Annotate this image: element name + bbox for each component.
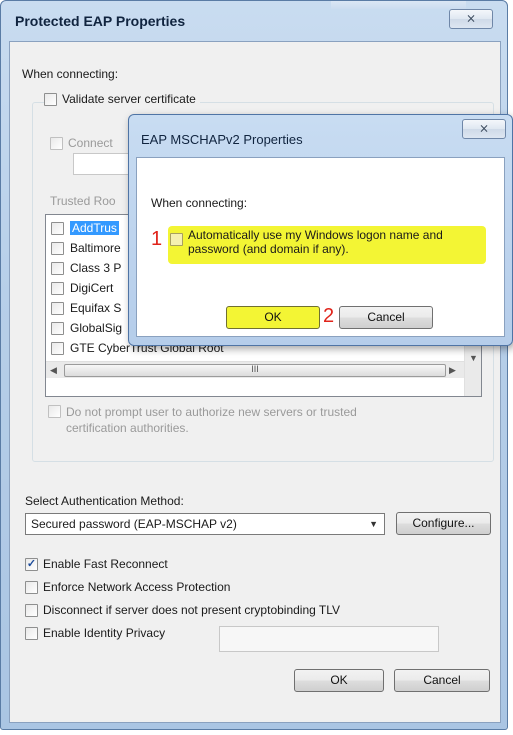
list-item[interactable]: GlobalSig <box>51 319 122 337</box>
nap-checkbox[interactable] <box>25 581 38 594</box>
identity-privacy-label: Enable Identity Privacy <box>43 626 166 640</box>
auth-method-label: Select Authentication Method: <box>25 494 184 508</box>
fast-reconnect-checkbox[interactable]: ✓ <box>25 558 38 571</box>
cert-checkbox[interactable] <box>51 261 64 275</box>
cert-checkbox[interactable] <box>51 321 64 335</box>
no-prompt-checkbox[interactable] <box>48 405 61 418</box>
scroll-right-icon[interactable]: ▶ <box>449 365 456 376</box>
cert-checkbox[interactable] <box>51 341 64 355</box>
cert-checkbox[interactable] <box>51 241 64 255</box>
cancel-button[interactable]: Cancel <box>394 669 490 692</box>
no-prompt-row[interactable]: Do not prompt user to authorize new serv… <box>48 404 357 436</box>
no-prompt-line2: certification authorities. <box>66 421 189 435</box>
list-item[interactable]: Class 3 P <box>51 259 121 277</box>
list-item[interactable]: AddTrus <box>51 219 119 237</box>
cert-label: GlobalSig <box>70 321 123 335</box>
ok-button[interactable]: OK <box>294 669 384 692</box>
title-bar-glow <box>331 1 466 9</box>
fast-reconnect-label: Enable Fast Reconnect <box>43 557 168 571</box>
cert-checkbox[interactable] <box>51 281 64 295</box>
scroll-down-icon[interactable]: ▼ <box>469 353 478 363</box>
mschapv2-title: EAP MSCHAPv2 Properties <box>141 132 303 147</box>
mschapv2-when-connecting: When connecting: <box>151 196 248 210</box>
validate-cert-checkbox[interactable] <box>44 93 57 106</box>
cert-label: Class 3 P <box>70 261 122 275</box>
cryptobinding-label: Disconnect if server does not present cr… <box>43 603 341 617</box>
connect-to-label: Connect <box>68 136 113 150</box>
mschapv2-client: When connecting: 1 Automatically use my … <box>136 157 505 337</box>
nap-label: Enforce Network Access Protection <box>43 580 231 594</box>
auth-method-value: Secured password (EAP-MSCHAP v2) <box>31 517 237 531</box>
when-connecting-label: When connecting: <box>22 67 119 81</box>
window-close-button[interactable]: ⨯ <box>449 9 493 29</box>
auto-logon-line2: password (and domain if any). <box>188 242 349 256</box>
no-prompt-label: Do not prompt user to authorize new serv… <box>66 404 357 436</box>
no-prompt-line1: Do not prompt user to authorize new serv… <box>66 405 357 419</box>
annotation-marker-1: 1 <box>151 228 163 250</box>
configure-button[interactable]: Configure... <box>396 512 491 535</box>
cert-label: AddTrus <box>70 221 119 235</box>
scroll-left-icon[interactable]: ◀ <box>50 365 57 376</box>
fast-reconnect-row[interactable]: ✓ Enable Fast Reconnect <box>25 558 168 571</box>
servers-input[interactable] <box>73 153 133 175</box>
connect-to-row[interactable]: Connect <box>50 137 113 150</box>
trusted-roots-label: Trusted Roo <box>50 194 116 208</box>
list-item[interactable]: DigiCert <box>51 279 113 297</box>
scroll-grip-icon: III <box>251 364 259 374</box>
window-title: Protected EAP Properties <box>15 13 186 29</box>
auto-logon-label: Automatically use my Windows logon name … <box>188 228 443 256</box>
identity-privacy-checkbox[interactable] <box>25 627 38 640</box>
mschapv2-cancel-button[interactable]: Cancel <box>339 306 433 329</box>
list-horizontal-scrollbar[interactable]: ◀ III ▶ <box>46 361 464 378</box>
auth-method-select[interactable]: Secured password (EAP-MSCHAP v2) ▼ <box>25 513 385 535</box>
auto-logon-checkbox-wrap[interactable] <box>170 232 183 247</box>
list-item[interactable]: Equifax S <box>51 299 121 317</box>
cryptobinding-row[interactable]: Disconnect if server does not present cr… <box>25 604 340 617</box>
identity-privacy-row[interactable]: Enable Identity Privacy <box>25 627 165 640</box>
cert-label: DigiCert <box>70 281 114 295</box>
mschapv2-dialog: EAP MSCHAPv2 Properties ⨯ When connectin… <box>128 114 513 346</box>
protected-eap-window: Protected EAP Properties ⨯ When connecti… <box>0 0 508 730</box>
close-icon: ⨯ <box>478 121 490 135</box>
list-item[interactable]: Baltimore <box>51 239 121 257</box>
cryptobinding-checkbox[interactable] <box>25 604 38 617</box>
nap-row[interactable]: Enforce Network Access Protection <box>25 581 230 594</box>
auto-logon-checkbox[interactable] <box>170 233 183 247</box>
close-icon: ⨯ <box>465 11 477 25</box>
auto-logon-line1: Automatically use my Windows logon name … <box>188 228 443 242</box>
validate-cert-row[interactable]: Validate server certificate <box>44 93 200 106</box>
cert-label: Baltimore <box>70 241 121 255</box>
chevron-down-icon: ▼ <box>369 519 378 529</box>
cert-checkbox[interactable] <box>51 301 64 315</box>
mschapv2-close-button[interactable]: ⨯ <box>462 119 506 139</box>
identity-input[interactable] <box>219 626 439 652</box>
validate-cert-label: Validate server certificate <box>62 92 196 106</box>
cert-checkbox[interactable] <box>51 221 64 235</box>
cert-label: Equifax S <box>70 301 122 315</box>
connect-to-checkbox[interactable] <box>50 137 63 150</box>
mschapv2-ok-button[interactable]: OK <box>226 306 320 329</box>
annotation-marker-2: 2 <box>323 305 335 327</box>
hscroll-thumb[interactable]: III <box>64 364 446 377</box>
